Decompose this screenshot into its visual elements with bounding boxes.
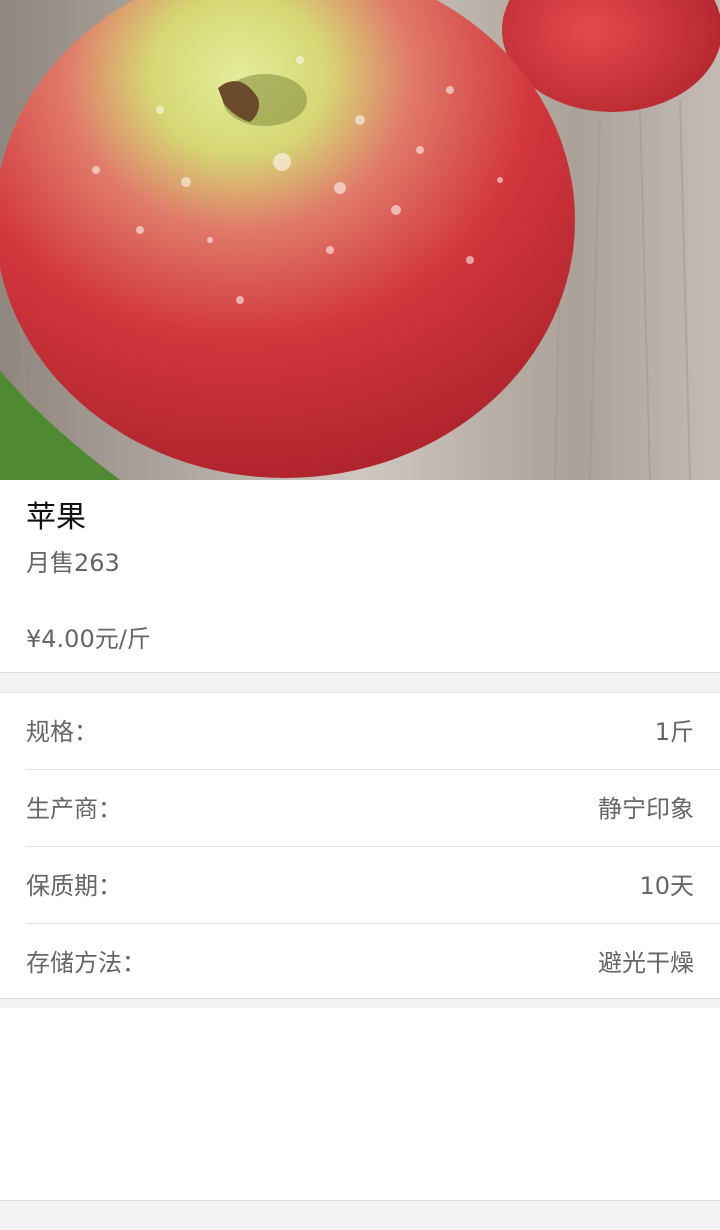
monthly-sales: 月售263	[26, 549, 120, 577]
spec-value: 静宁印象	[598, 795, 694, 823]
product-price: ¥4.00元/斤	[26, 625, 151, 653]
product-image[interactable]	[0, 0, 720, 480]
spec-label: 存储方法：	[26, 949, 146, 977]
spec-label: 规格：	[26, 718, 98, 746]
spec-value: 10天	[639, 872, 694, 900]
spec-row-size: 规格： 1斤	[26, 693, 720, 770]
spec-value: 避光干燥	[598, 949, 694, 977]
spec-row-manufacturer: 生产商： 静宁印象	[26, 770, 720, 847]
description-panel	[0, 1008, 720, 1201]
spec-label: 保质期：	[26, 872, 122, 900]
product-title: 苹果	[26, 500, 86, 535]
product-info-section: 苹果 月售263 ¥4.00元/斤	[0, 480, 720, 673]
apple-photo-illustration	[0, 0, 720, 480]
spec-row-shelf-life: 保质期： 10天	[26, 847, 720, 924]
product-detail-page: 苹果 月售263 ¥4.00元/斤 规格： 1斤 生产商： 静宁印象 保质期： …	[0, 0, 720, 1230]
spec-row-storage: 存储方法： 避光干燥	[26, 924, 720, 1001]
spec-list: 规格： 1斤 生产商： 静宁印象 保质期： 10天 存储方法： 避光干燥	[0, 692, 720, 999]
spec-value: 1斤	[654, 718, 694, 746]
spec-label: 生产商：	[26, 795, 122, 823]
